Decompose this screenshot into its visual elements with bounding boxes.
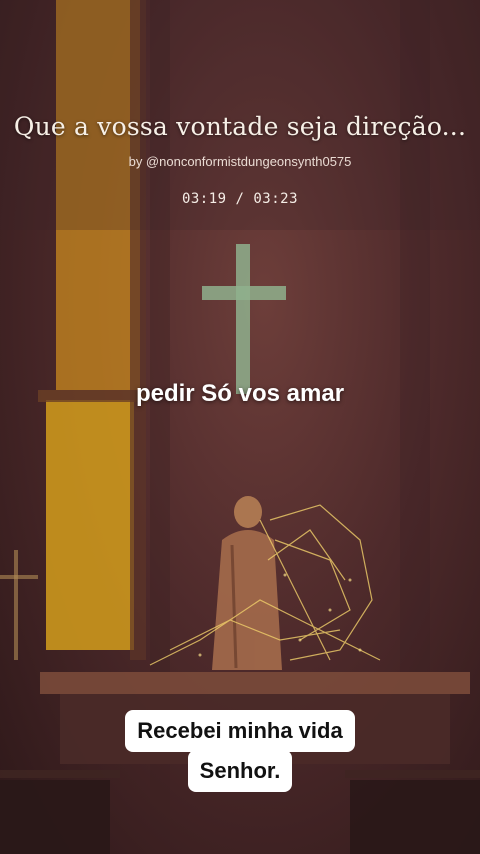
song-title: Que a vossa vontade seja direção... [13, 112, 467, 141]
playback-time: 03:19 / 03:23 [181, 191, 299, 207]
cross-icon [202, 244, 286, 394]
channel-byline[interactable]: by @nonconformistdungeonsynth0575 [0, 154, 480, 169]
current-lyric: pedir Só vos amar [135, 380, 345, 407]
praying-figure-icon [212, 496, 282, 670]
video-frame[interactable]: Que a vossa vontade seja direção... by @… [0, 0, 480, 854]
caption-box: Recebei minha vida Senhor. [0, 710, 480, 792]
caption-line-2: Senhor. [187, 750, 293, 792]
altar [40, 672, 470, 694]
caption-line-1: Recebei minha vida [125, 710, 355, 752]
